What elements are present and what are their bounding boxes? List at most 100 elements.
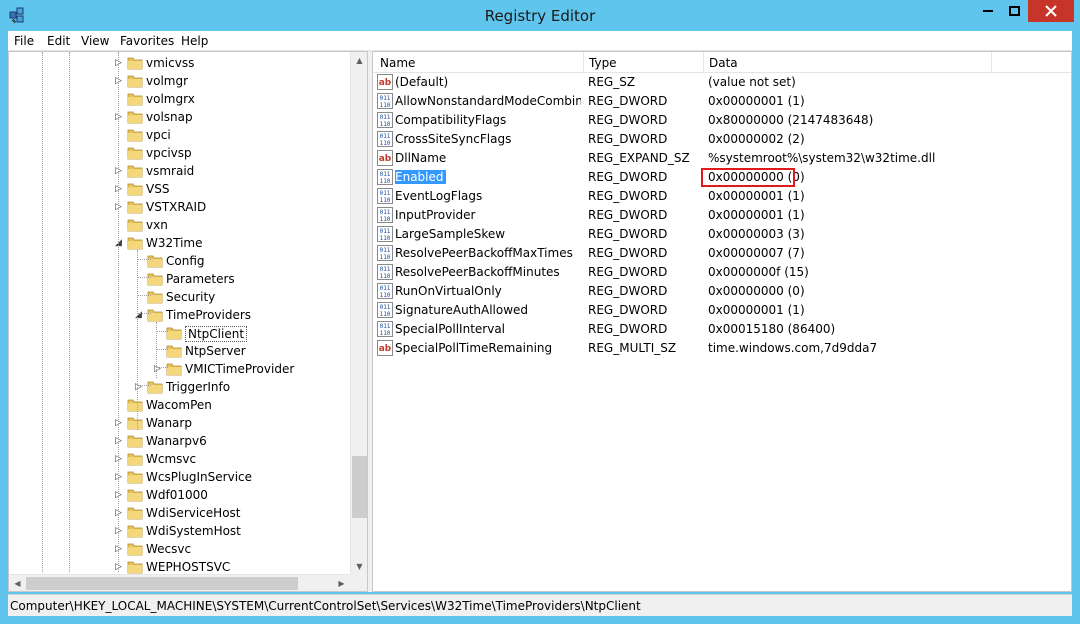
tree-item[interactable]: ▷ vsmraid xyxy=(9,162,350,180)
tree-item[interactable]: ▷ WdiServiceHost xyxy=(9,504,350,522)
expand-arrow-icon[interactable]: ▷ xyxy=(115,112,124,122)
tree-item[interactable]: vxn xyxy=(9,216,350,234)
menu-favorites[interactable]: Favorites xyxy=(120,34,174,48)
tree-item[interactable]: vpcivsp xyxy=(9,144,350,162)
value-row[interactable]: 011 110 CompatibilityFlags REG_DWORD 0x80000… xyxy=(373,111,1071,130)
value-row[interactable]: 011 110 ResolvePeerBackoffMinutes REG_DWORD… xyxy=(373,263,1071,282)
tree-item[interactable]: ▷ Wdf01000 xyxy=(9,486,350,504)
value-row[interactable]: 011 110 AllowNonstandardModeCombin... REG_D… xyxy=(373,92,1071,111)
value-row[interactable]: 011 110 SignatureAuthAllowed REG_DWORD 0x000… xyxy=(373,301,1071,320)
menu-edit[interactable]: Edit xyxy=(47,34,70,48)
tree-item[interactable]: Parameters xyxy=(9,270,350,288)
folder-icon xyxy=(127,165,143,178)
expand-arrow-icon[interactable]: ▷ xyxy=(115,436,124,446)
expand-arrow-icon[interactable]: ▷ xyxy=(115,202,124,212)
value-row[interactable]: ab (Default) REG_SZ (value not set) xyxy=(373,73,1071,92)
value-row[interactable]: ab SpecialPollTimeRemaining REG_MULTI_SZ ti… xyxy=(373,339,1071,358)
tree-vertical-scroll-thumb[interactable] xyxy=(352,456,367,518)
tree-horizontal-scroll-thumb[interactable] xyxy=(26,577,298,590)
column-header: Name Type Data xyxy=(373,52,1071,73)
value-row[interactable]: 011 110 CrossSiteSyncFlags REG_DWORD 0x00000… xyxy=(373,130,1071,149)
expand-arrow-icon[interactable]: ▷ xyxy=(115,58,124,68)
tree-item[interactable]: ▷ VSS xyxy=(9,180,350,198)
tree-item[interactable]: volmgrx xyxy=(9,90,350,108)
tree-item[interactable]: Config xyxy=(9,252,350,270)
value-name: DllName xyxy=(395,151,447,165)
scroll-down-arrow-icon[interactable]: ▼ xyxy=(351,558,367,575)
svg-text:110: 110 xyxy=(380,178,391,185)
menu-file[interactable]: File xyxy=(14,34,34,48)
svg-text:011: 011 xyxy=(380,247,391,254)
tree-item[interactable]: ▷ vmicvss xyxy=(9,54,350,72)
column-divider[interactable] xyxy=(583,52,584,72)
tree-item[interactable]: ▷ VSTXRAID xyxy=(9,198,350,216)
scroll-up-arrow-icon[interactable]: ▲ xyxy=(351,52,367,69)
folder-icon xyxy=(127,219,143,232)
annotation-highlight-box xyxy=(701,168,795,187)
tree-item[interactable]: ▷ VMICTimeProvider xyxy=(9,360,350,378)
expand-arrow-icon[interactable]: ▷ xyxy=(115,562,124,572)
scroll-left-arrow-icon[interactable]: ◀ xyxy=(9,575,26,591)
value-data-cell: 0x00000001 (1) xyxy=(708,94,1068,108)
tree-item[interactable]: WacomPen xyxy=(9,396,350,414)
tree-item[interactable]: ▷ WdiSystemHost xyxy=(9,522,350,540)
value-row[interactable]: 011 110 RunOnVirtualOnly REG_DWORD 0x0000000… xyxy=(373,282,1071,301)
menu-help[interactable]: Help xyxy=(181,34,208,48)
tree-item[interactable]: ▷ volmgr xyxy=(9,72,350,90)
title-bar[interactable]: Registry Editor xyxy=(0,0,1080,31)
tree-horizontal-scrollbar[interactable]: ◀ ▶ xyxy=(9,574,350,591)
tree-item[interactable]: ◢ W32Time xyxy=(9,234,350,252)
tree-item[interactable]: ▷ TriggerInfo xyxy=(9,378,350,396)
expand-arrow-icon[interactable]: ▷ xyxy=(115,454,124,464)
column-divider[interactable] xyxy=(991,52,992,72)
binary-value-icon: 011110 xyxy=(377,131,393,147)
value-row[interactable]: 011 110 ResolvePeerBackoffMaxTimes REG_DWOR… xyxy=(373,244,1071,263)
svg-text:011: 011 xyxy=(380,285,391,292)
value-row[interactable]: 011 110 LargeSampleSkew REG_DWORD 0x00000003… xyxy=(373,225,1071,244)
expand-arrow-icon[interactable]: ▷ xyxy=(115,166,124,176)
value-row[interactable]: 011 110 InputProvider REG_DWORD 0x00000001 (… xyxy=(373,206,1071,225)
tree-item[interactable]: NtpServer xyxy=(9,342,350,360)
tree-item[interactable]: ▷ Wanarpv6 xyxy=(9,432,350,450)
values-list-pane[interactable]: Name Type Data ab (Default) REG_SZ (value n… xyxy=(372,51,1072,592)
value-row[interactable]: ab DllName REG_EXPAND_SZ %systemroot%\syste… xyxy=(373,149,1071,168)
tree-item[interactable]: Security xyxy=(9,288,350,306)
expand-arrow-icon[interactable]: ▷ xyxy=(115,526,124,536)
key-tree-pane[interactable]: ▷ vmicvss ▷ volmgr volmgrx ▷ volsnap vpci vpcivs… xyxy=(8,51,368,592)
collapse-arrow-icon[interactable]: ◢ xyxy=(115,238,124,248)
column-header-data[interactable]: Data xyxy=(709,56,738,70)
expand-arrow-icon[interactable]: ▷ xyxy=(115,76,124,86)
maximize-button[interactable] xyxy=(1001,0,1028,22)
value-row[interactable]: 011 110 EventLogFlags REG_DWORD 0x00000001 (… xyxy=(373,187,1071,206)
folder-icon xyxy=(166,345,182,358)
expand-arrow-icon[interactable]: ▷ xyxy=(115,544,124,554)
value-type: REG_DWORD xyxy=(588,113,668,127)
column-header-type[interactable]: Type xyxy=(589,56,617,70)
expand-arrow-icon[interactable]: ▷ xyxy=(115,490,124,500)
binary-value-icon: 011110 xyxy=(377,264,393,280)
tree-item[interactable]: ▷ Wanarp xyxy=(9,414,350,432)
column-header-name[interactable]: Name xyxy=(380,56,415,70)
minimize-button[interactable] xyxy=(975,0,1001,22)
svg-text:011: 011 xyxy=(380,266,391,273)
value-type-cell: REG_DWORD xyxy=(588,94,703,108)
tree-item[interactable]: NtpClient xyxy=(9,324,350,342)
close-button[interactable] xyxy=(1028,0,1074,22)
expand-arrow-icon[interactable]: ▷ xyxy=(115,184,124,194)
column-divider[interactable] xyxy=(703,52,704,72)
value-row[interactable]: 011 110 SpecialPollInterval REG_DWORD 0x0001… xyxy=(373,320,1071,339)
value-data-cell: 0x00000000 (0) xyxy=(708,284,1068,298)
tree-item[interactable]: vpci xyxy=(9,126,350,144)
expand-arrow-icon[interactable]: ▷ xyxy=(115,418,124,428)
expand-arrow-icon[interactable]: ▷ xyxy=(115,508,124,518)
tree-vertical-scrollbar[interactable]: ▲ ▼ xyxy=(350,52,367,575)
tree-item-label: NtpServer xyxy=(185,344,246,358)
menu-view[interactable]: View xyxy=(81,34,109,48)
tree-item[interactable]: ▷ Wecsvc xyxy=(9,540,350,558)
tree-item[interactable]: ▷ Wcmsvc xyxy=(9,450,350,468)
tree-item[interactable]: ▷ volsnap xyxy=(9,108,350,126)
scroll-right-arrow-icon[interactable]: ▶ xyxy=(333,575,350,591)
tree-item[interactable]: ◢ TimeProviders xyxy=(9,306,350,324)
expand-arrow-icon[interactable]: ▷ xyxy=(115,472,124,482)
tree-item[interactable]: ▷ WcsPlugInService xyxy=(9,468,350,486)
